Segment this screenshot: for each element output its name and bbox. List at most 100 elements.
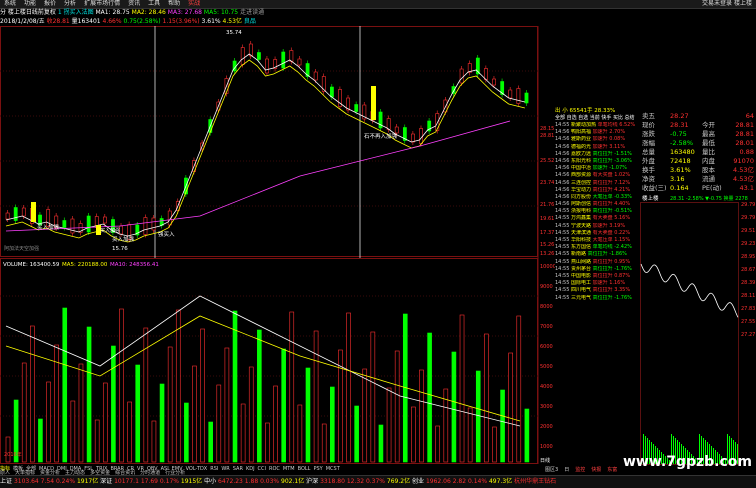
annotation-buy-4: 石不再入加强 (364, 132, 398, 140)
volume-tick: 7000 (540, 324, 553, 330)
trade-row[interactable]: 14:55 贵州茅台 高位拉升 -1.76% (555, 266, 640, 273)
trade-login-status[interactable]: 交易未登录 (702, 0, 732, 7)
trade-row[interactable]: 14:56 嘉欧力远 高位拉升 -1.51% (555, 151, 640, 158)
indicator-mode[interactable]: 1 拐买入法图 (58, 9, 94, 16)
trade-time: 14:55 (555, 251, 570, 258)
trade-row[interactable]: 14:56 鸭阳高福 加速升 2.70% (555, 129, 640, 136)
quote-label: 换手 (642, 166, 655, 174)
trade-pct: -1.51% (614, 150, 632, 157)
trade-monitor-panel[interactable]: 出 小 65541手 28.33% 全部 自选 自选 当前 快手 买比 总结 1… (555, 108, 640, 478)
toolbar-extra[interactable]: 走进读通 (240, 9, 264, 16)
trade-row[interactable]: 14:56 阿斯创信 高位拉升 4.40% (555, 201, 640, 208)
price-high-label: 35.74 (226, 30, 242, 36)
trade-time: 14:56 (555, 150, 570, 157)
trade-monitor-cols[interactable]: 全部 自选 自选 当前 快手 买比 总结 (555, 115, 640, 122)
trade-time: 14:55 (555, 280, 570, 287)
hs-index-label[interactable]: 沪深 (306, 478, 318, 485)
trade-row[interactable]: 14:55 四川电气 高位拉升 3.35% (555, 287, 640, 294)
price-tick: 28.15 (540, 126, 554, 132)
trade-action: 有大买盘 (592, 172, 613, 179)
news-ticker[interactable]: 杭州华鼎王钻石 (514, 478, 556, 485)
menu-item-live[interactable]: 实战 (184, 0, 204, 8)
trade-row[interactable]: 14:55 三元电气 高位拉升 -1.76% (555, 295, 640, 302)
quote-value: 0.164 (670, 184, 689, 192)
sh-index-label[interactable]: 上证 (0, 478, 12, 485)
trade-row[interactable]: 14:56 华宝动力 高位拉升 4.21% (555, 187, 640, 194)
trade-stock: 阿斯创信 (571, 201, 592, 208)
menu-item-news[interactable]: 资讯 (124, 0, 144, 8)
candle (484, 68, 488, 80)
quote-label: 外盘 (642, 157, 655, 165)
price-tick: 13.26 (540, 251, 554, 257)
trade-row[interactable]: 14:55 东方国信 单笔均线 -2.42% (555, 244, 640, 251)
trade-row[interactable]: 14:56 德福的光 加速升 3.11% (555, 144, 640, 151)
trade-row[interactable]: 14:56 中国中冶 加速升 -1.07% (555, 165, 640, 172)
intraday-tick: 28.11 (741, 293, 755, 299)
chart-title: 分 楼上楼日线前复权 (0, 9, 56, 16)
menu-item-function[interactable]: 功能 (20, 0, 40, 8)
trade-row[interactable]: 14:55 国际电工 加速升 1.16% (555, 280, 640, 287)
trade-time: 14:55 (555, 229, 570, 236)
window-tab[interactable]: 日 (564, 467, 569, 473)
price-tick: 25.52 (540, 158, 554, 164)
trade-row[interactable]: 14:56 同方股份 大笔压单 -0.33% (555, 194, 640, 201)
trade-action: 高位拉升 (592, 201, 613, 208)
kline-chart[interactable]: 买入加强 买入加强 强买入 买入加强 石不再入加强 阿加法天空加强 35.74 … (0, 26, 555, 466)
volume-ma10: MA10: 248356.41 (110, 262, 159, 268)
cy-index-label[interactable]: 创业 (412, 478, 424, 485)
volume-bar (394, 350, 400, 463)
menu-item-system[interactable]: 系统 (0, 0, 20, 8)
quote-row: 外盘 72418 内盘 91070 (640, 157, 756, 166)
trade-pct: 0.87% (614, 272, 631, 279)
zx-index-label[interactable]: 中小 (204, 478, 216, 485)
sz-index-pct: 0.17% (159, 478, 179, 485)
cy-index-amount: 497.3亿 (488, 478, 513, 485)
menu-item-analysis[interactable]: 分析 (60, 0, 80, 8)
trade-row[interactable]: 14:55 新聚动加热 单笔均线 6.52% (555, 122, 640, 129)
menu-item-help[interactable]: 帮助 (164, 0, 184, 8)
quote-row: 现价 28.31 今开 28.81 (640, 121, 756, 130)
intraday-chart[interactable]: 楼上楼 28.31 -2.58% ▼-0.75 换量 2278 29.7929.… (640, 194, 756, 466)
quote-value-right: 28.81 (735, 121, 754, 129)
volume-bar (484, 333, 489, 463)
trade-row[interactable]: 14:55 华阳科技 大笔压单 1.15% (555, 237, 640, 244)
chart-legend-bar: 分 楼上楼日线前复权 1 拐买入法图 MA1: 28.75 MA2: 28.46… (0, 9, 540, 17)
period-label[interactable]: 日线 (540, 457, 550, 464)
trade-stock: 新聚动加热 (571, 122, 597, 128)
trade-row[interactable]: 14:56 三连创控 高位拉升 7.12% (555, 180, 640, 187)
trade-stock: 万鸿鑫集 (571, 215, 592, 222)
sz-index-label[interactable]: 深证 (100, 478, 112, 485)
ma2-line (5, 59, 525, 243)
menu-item-tools[interactable]: 工具 (144, 0, 164, 8)
trade-row[interactable]: 14:55 燕山网路 高位拉升 0.95% (555, 259, 640, 266)
signal-bar-1 (31, 202, 36, 222)
window-tab[interactable]: 快报 (591, 467, 601, 473)
window-tab[interactable]: 东富 (607, 467, 617, 473)
trade-row[interactable]: 14:55 万鸿鑫集 有大卖盘 5.16% (555, 215, 640, 222)
menu-item-extended-market[interactable]: 扩展市场行情 (80, 0, 124, 8)
trade-row[interactable]: 14:55 天津滨通 有大卖盘 0.22% (555, 230, 640, 237)
candle (46, 209, 51, 227)
volume-bar (305, 367, 311, 463)
volume-bar (516, 315, 522, 463)
intraday-tick: 29.23 (741, 241, 755, 247)
trade-row[interactable]: 14:55 新南路 高位拉升 -1.86% (555, 251, 640, 258)
menu-item-quote[interactable]: 报价 (40, 0, 60, 8)
window-tab[interactable]: 图区3 (545, 467, 558, 473)
quote-row: 涨跌 -0.75 最高 28.81 (640, 130, 756, 139)
trade-row[interactable]: 14:55 浙报电科 高位拉升 -0.51% (555, 208, 640, 215)
trade-row[interactable]: 14:55 宁波天路 加速升 3.19% (555, 223, 640, 230)
trade-pct: 0.22% (614, 229, 631, 236)
trade-action: 高位拉升 (592, 186, 613, 193)
trade-row[interactable]: 14:55 中国电影 高位拉升 0.87% (555, 273, 640, 280)
trade-action: 高位拉升 (592, 294, 613, 301)
trade-row[interactable]: 14:56 东阳光科 高位拉升 -3.06% (555, 158, 640, 165)
window-tab[interactable]: 监控 (575, 467, 585, 473)
intraday-info: 28.31 -2.58% ▼-0.75 换量 2278 (670, 195, 748, 202)
quote-value: 3.16 (670, 175, 685, 183)
trade-row[interactable]: 14:56 雅斯药业 加速升 0.08% (555, 136, 640, 143)
intraday-price-line (640, 263, 739, 318)
trade-row[interactable]: 14:56 西部资源 有大买盘 1.02% (555, 172, 640, 179)
hs-index-pct: 0.37% (365, 478, 385, 485)
volume-bar (419, 369, 424, 463)
